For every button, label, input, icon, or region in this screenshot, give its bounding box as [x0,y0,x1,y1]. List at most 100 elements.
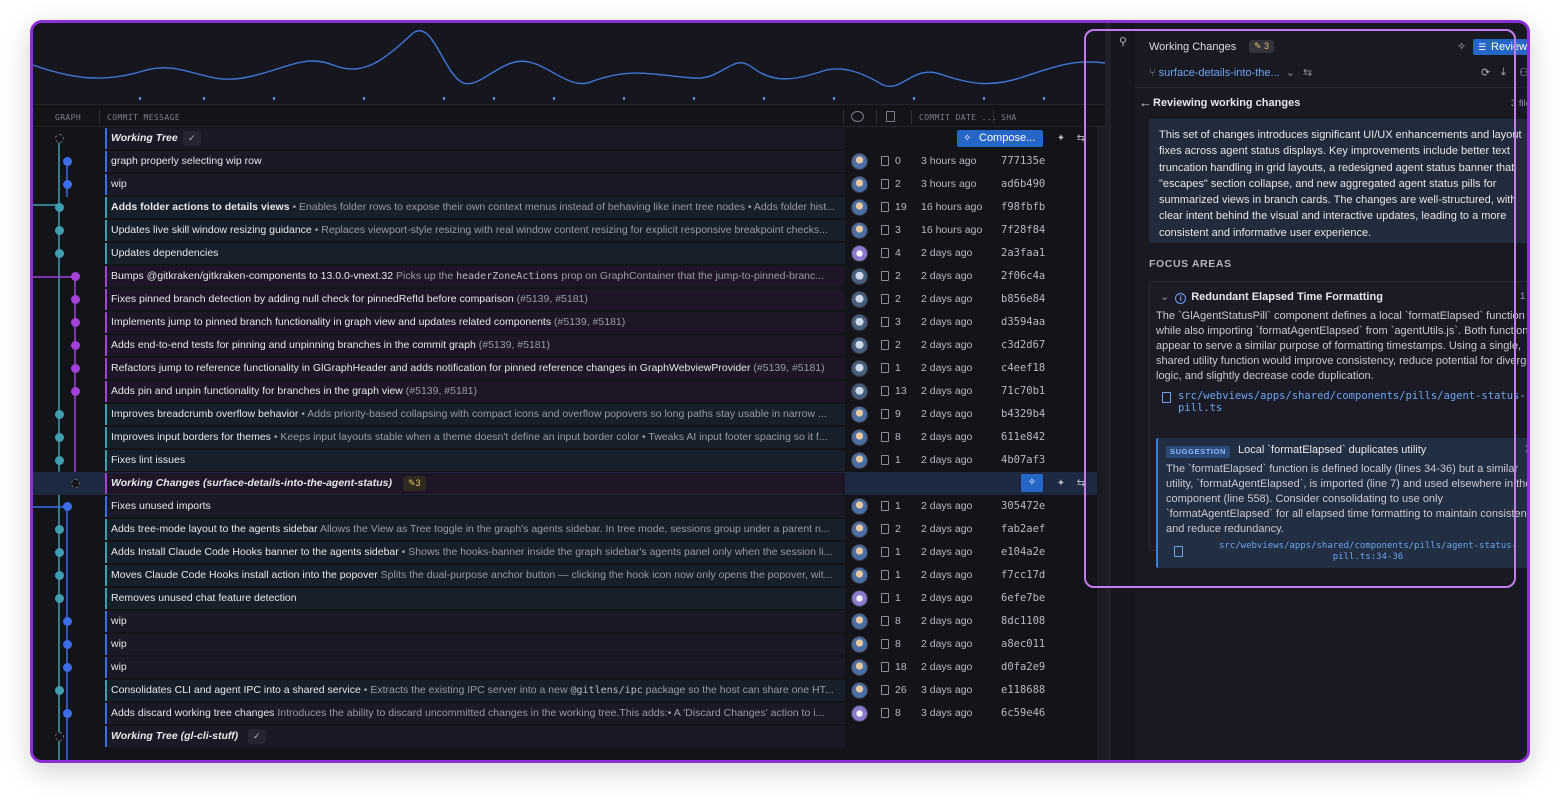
avatar[interactable] [851,682,868,699]
graph-node[interactable] [71,387,80,396]
pin-icon[interactable]: ⚲ [1119,35,1127,48]
commit-sha[interactable]: 6efe7be [1001,592,1045,604]
focus-file-link[interactable]: src/webviews/apps/shared/components/pill… [1162,390,1527,414]
graph-node[interactable] [55,525,64,534]
commit-row[interactable]: Updates live skill window resizing guida… [33,219,1105,242]
graph-node[interactable] [55,226,64,235]
graph-node[interactable] [63,157,72,166]
commit-sha[interactable]: b856e84 [1001,293,1045,305]
avatar[interactable] [851,452,868,469]
commit-sha[interactable]: d3594aa [1001,316,1045,328]
graph-node[interactable] [63,640,72,649]
commit-sha[interactable]: 2f06c4a [1001,270,1045,282]
avatar[interactable] [851,406,868,423]
refresh-icon[interactable]: ⟳ [1481,66,1490,79]
graph-node[interactable] [55,548,64,557]
commit-sha[interactable]: 2a3faa1 [1001,247,1045,259]
commit-sha[interactable]: 4b07af3 [1001,454,1045,466]
share-icon[interactable]: ⚇ [1519,66,1527,79]
compare-icon[interactable]: ⇆ [1073,131,1089,146]
commit-row[interactable]: wip 2 3 hours ago ad6b490 [33,173,1105,196]
commit-sha[interactable]: 611e842 [1001,431,1045,443]
commit-row[interactable]: graph properly selecting wip row 0 3 hours… [33,150,1105,173]
graph-node[interactable] [55,249,64,258]
avatar[interactable] [851,521,868,538]
avatar[interactable] [851,360,868,377]
working-tree-row[interactable]: Working Tree (gl-cli-stuff) ✓ [33,725,1105,748]
commit-sha[interactable]: 8dc1108 [1001,615,1045,627]
col-commit-message[interactable]: COMMIT MESSAGE [107,113,180,122]
avatar[interactable] [851,153,868,170]
graph-node[interactable] [55,433,64,442]
commit-sha[interactable]: e118688 [1001,684,1045,696]
graph-node[interactable] [55,410,64,419]
avatar[interactable] [851,268,868,285]
graph-node[interactable] [63,617,72,626]
sparkle-icon[interactable]: ✦ [1053,476,1069,491]
commit-row[interactable]: Implements jump to pinned branch functio… [33,311,1105,334]
avatar[interactable] [851,199,868,216]
avatar[interactable] [851,176,868,193]
graph-node[interactable] [55,571,64,580]
compare-icon[interactable]: ⇆ [1073,476,1089,491]
commit-row[interactable]: Updates dependencies 4 2 days ago 2a3faa1 [33,242,1105,265]
back-arrow-icon[interactable]: ← [1139,95,1152,110]
commit-row[interactable]: Refactors jump to reference functionalit… [33,357,1105,380]
working-tree-row[interactable]: Working Tree ✓ ✧ Compose... ✦ ⇆ [33,127,1105,150]
commit-sha[interactable]: 71c70b1 [1001,385,1045,397]
avatar[interactable] [851,222,868,239]
commit-row[interactable]: Improves breadcrumb overflow behavior • … [33,403,1105,426]
wand-icon[interactable]: ✧ [1457,40,1466,53]
commit-row[interactable]: Moves Claude Code Hooks install action i… [33,564,1105,587]
commit-sha[interactable]: 777135e [1001,155,1045,167]
commit-row[interactable]: Fixes pinned branch detection by adding … [33,288,1105,311]
commit-sha[interactable]: a8ec011 [1001,638,1045,650]
commit-sha[interactable]: 7f28f84 [1001,224,1045,236]
avatar[interactable] [851,567,868,584]
author-col-icon[interactable] [851,111,864,122]
graph-node[interactable] [63,502,72,511]
avatar[interactable] [851,314,868,331]
commit-row[interactable]: Adds pin and unpin functionality for bra… [33,380,1105,403]
graph-node[interactable] [71,364,80,373]
avatar[interactable] [851,245,868,262]
suggestion-file-link[interactable]: src/webviews/apps/shared/components/pill… [1208,541,1527,563]
avatar[interactable] [851,590,868,607]
graph-minimap[interactable] [33,23,1105,105]
commit-sha[interactable]: fab2aef [1001,523,1045,535]
wand-icon[interactable]: ✧ [1021,474,1043,492]
commit-sha[interactable]: ad6b490 [1001,178,1045,190]
commit-row[interactable]: Consolidates CLI and agent IPC into a sh… [33,679,1105,702]
commit-row[interactable]: Adds tree-mode layout to the agents side… [33,518,1105,541]
commit-row[interactable]: Adds discard working tree changes Introd… [33,702,1105,725]
graph-node[interactable] [55,134,64,143]
commit-sha[interactable]: 305472e [1001,500,1045,512]
graph-node[interactable] [63,709,72,718]
focus-area-header[interactable]: ⌄ i Redundant Elapsed Time Formatting [1160,290,1383,304]
download-icon[interactable]: ⤓ [1501,66,1506,79]
commit-sha[interactable]: d0fa2e9 [1001,661,1045,673]
commit-row[interactable]: Removes unused chat feature detection 1 2 … [33,587,1105,610]
review-button[interactable]: ☰ Review [1473,39,1527,55]
commit-sha[interactable]: f98fbfb [1001,201,1045,213]
commit-row[interactable]: wip 8 2 days ago a8ec011 [33,633,1105,656]
commit-row[interactable]: Adds Install Claude Code Hooks banner to… [33,541,1105,564]
graph-scrollbar[interactable] [1097,127,1105,760]
graph-node[interactable] [55,686,64,695]
graph-node[interactable] [71,479,80,488]
graph-node[interactable] [55,456,64,465]
avatar[interactable] [851,291,868,308]
commit-row[interactable]: Bumps @gitkraken/gitkraken-components to… [33,265,1105,288]
commit-row[interactable]: wip 8 2 days ago 8dc1108 [33,610,1105,633]
sparkle-icon[interactable]: ✦ [1053,131,1069,146]
close-icon[interactable]: ✕ [1524,442,1527,456]
compose-button[interactable]: ✧ Compose... [957,130,1044,147]
commit-row[interactable]: Improves input borders for themes • Keep… [33,426,1105,449]
branch-selector[interactable]: ⑂ surface-details-into-the... ⌄ ⇆ [1149,66,1312,79]
avatar[interactable] [851,337,868,354]
commit-row[interactable]: Fixes unused imports 1 2 days ago 305472e [33,495,1105,518]
commit-sha[interactable]: c3d2d67 [1001,339,1045,351]
avatar[interactable] [851,705,868,722]
commit-sha[interactable]: c4eef18 [1001,362,1045,374]
graph-node[interactable] [63,663,72,672]
